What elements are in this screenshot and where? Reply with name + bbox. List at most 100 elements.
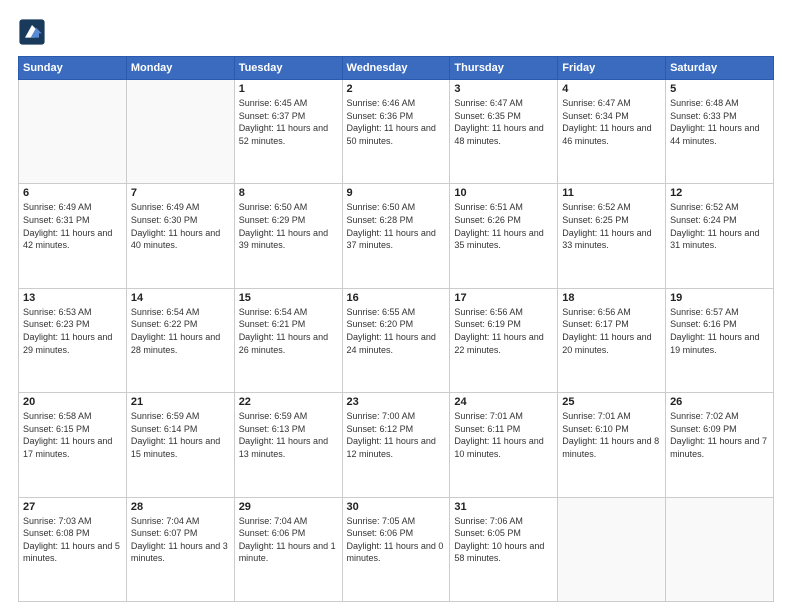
week-row-5: 27 Sunrise: 7:03 AM Sunset: 6:08 PM Dayli… (19, 497, 774, 601)
day-number: 7 (131, 187, 230, 199)
calendar-cell: 1 Sunrise: 6:45 AM Sunset: 6:37 PM Daylig… (234, 80, 342, 184)
calendar-cell: 5 Sunrise: 6:48 AM Sunset: 6:33 PM Daylig… (666, 80, 774, 184)
day-info: Sunrise: 6:54 AM Sunset: 6:21 PM Dayligh… (239, 306, 338, 356)
day-info: Sunrise: 7:02 AM Sunset: 6:09 PM Dayligh… (670, 410, 769, 460)
page: SundayMondayTuesdayWednesdayThursdayFrid… (0, 0, 792, 612)
calendar-cell: 9 Sunrise: 6:50 AM Sunset: 6:28 PM Daylig… (342, 184, 450, 288)
day-number: 6 (23, 187, 122, 199)
day-number: 4 (562, 83, 661, 95)
calendar-cell: 22Sunrise: 6:59 AM Sunset: 6:13 PM Dayli… (234, 393, 342, 497)
header (18, 18, 774, 46)
day-number: 10 (454, 187, 553, 199)
day-info: Sunrise: 6:49 AM Sunset: 6:31 PM Dayligh… (23, 201, 122, 251)
day-info: Sunrise: 6:50 AM Sunset: 6:28 PM Dayligh… (347, 201, 446, 251)
day-header-tuesday: Tuesday (234, 57, 342, 80)
calendar-cell: 6 Sunrise: 6:49 AM Sunset: 6:31 PM Daylig… (19, 184, 127, 288)
calendar-cell: 29Sunrise: 7:04 AM Sunset: 6:06 PM Dayli… (234, 497, 342, 601)
day-header-saturday: Saturday (666, 57, 774, 80)
calendar-cell: 25 Sunrise: 7:01 AM Sunset: 6:10 PM Dayli… (558, 393, 666, 497)
calendar-header: SundayMondayTuesdayWednesdayThursdayFrid… (19, 57, 774, 80)
day-number: 19 (670, 292, 769, 304)
calendar-cell: 28Sunrise: 7:04 AM Sunset: 6:07 PM Dayli… (126, 497, 234, 601)
day-info: Sunrise: 7:04 AM Sunset: 6:07 PM Dayligh… (131, 515, 230, 565)
day-info: Sunrise: 7:03 AM Sunset: 6:08 PM Dayligh… (23, 515, 122, 565)
day-info: Sunrise: 7:05 AM Sunset: 6:06 PM Dayligh… (347, 515, 446, 565)
calendar-cell: 21 Sunrise: 6:59 AM Sunset: 6:14 PM Dayli… (126, 393, 234, 497)
day-info: Sunrise: 6:48 AM Sunset: 6:33 PM Dayligh… (670, 97, 769, 147)
calendar-cell: 2Sunrise: 6:46 AM Sunset: 6:36 PM Daylig… (342, 80, 450, 184)
day-info: Sunrise: 6:58 AM Sunset: 6:15 PM Dayligh… (23, 410, 122, 460)
day-number: 1 (239, 83, 338, 95)
calendar-cell: 19 Sunrise: 6:57 AM Sunset: 6:16 PM Dayli… (666, 288, 774, 392)
calendar-cell (126, 80, 234, 184)
day-info: Sunrise: 6:57 AM Sunset: 6:16 PM Dayligh… (670, 306, 769, 356)
day-info: Sunrise: 6:45 AM Sunset: 6:37 PM Dayligh… (239, 97, 338, 147)
logo (18, 18, 50, 46)
day-number: 21 (131, 396, 230, 408)
day-info: Sunrise: 7:00 AM Sunset: 6:12 PM Dayligh… (347, 410, 446, 460)
day-number: 12 (670, 187, 769, 199)
day-info: Sunrise: 6:59 AM Sunset: 6:14 PM Dayligh… (131, 410, 230, 460)
day-number: 27 (23, 501, 122, 513)
logo-icon (18, 18, 46, 46)
calendar-cell: 16 Sunrise: 6:55 AM Sunset: 6:20 PM Dayli… (342, 288, 450, 392)
day-header-thursday: Thursday (450, 57, 558, 80)
day-info: Sunrise: 6:47 AM Sunset: 6:35 PM Dayligh… (454, 97, 553, 147)
calendar-cell: 10 Sunrise: 6:51 AM Sunset: 6:26 PM Dayli… (450, 184, 558, 288)
day-info: Sunrise: 6:56 AM Sunset: 6:17 PM Dayligh… (562, 306, 661, 356)
calendar-cell: 14 Sunrise: 6:54 AM Sunset: 6:22 PM Dayli… (126, 288, 234, 392)
day-number: 15 (239, 292, 338, 304)
day-number: 11 (562, 187, 661, 199)
day-info: Sunrise: 7:06 AM Sunset: 6:05 PM Dayligh… (454, 515, 553, 565)
calendar-cell: 27 Sunrise: 7:03 AM Sunset: 6:08 PM Dayli… (19, 497, 127, 601)
day-info: Sunrise: 6:54 AM Sunset: 6:22 PM Dayligh… (131, 306, 230, 356)
day-number: 8 (239, 187, 338, 199)
calendar-cell: 24 Sunrise: 7:01 AM Sunset: 6:11 PM Dayli… (450, 393, 558, 497)
day-header-sunday: Sunday (19, 57, 127, 80)
calendar-cell: 20 Sunrise: 6:58 AM Sunset: 6:15 PM Dayli… (19, 393, 127, 497)
calendar-cell: 3 Sunrise: 6:47 AM Sunset: 6:35 PM Daylig… (450, 80, 558, 184)
day-number: 30 (347, 501, 446, 513)
day-number: 3 (454, 83, 553, 95)
calendar-cell: 26Sunrise: 7:02 AM Sunset: 6:09 PM Dayli… (666, 393, 774, 497)
day-number: 23 (347, 396, 446, 408)
day-header-wednesday: Wednesday (342, 57, 450, 80)
calendar-cell: 31 Sunrise: 7:06 AM Sunset: 6:05 PM Dayli… (450, 497, 558, 601)
calendar-cell: 11Sunrise: 6:52 AM Sunset: 6:25 PM Dayli… (558, 184, 666, 288)
day-info: Sunrise: 6:49 AM Sunset: 6:30 PM Dayligh… (131, 201, 230, 251)
calendar-cell: 30 Sunrise: 7:05 AM Sunset: 6:06 PM Dayli… (342, 497, 450, 601)
day-info: Sunrise: 7:01 AM Sunset: 6:11 PM Dayligh… (454, 410, 553, 460)
calendar-cell: 17Sunrise: 6:56 AM Sunset: 6:19 PM Dayli… (450, 288, 558, 392)
calendar-cell: 7 Sunrise: 6:49 AM Sunset: 6:30 PM Daylig… (126, 184, 234, 288)
calendar-cell: 15 Sunrise: 6:54 AM Sunset: 6:21 PM Dayli… (234, 288, 342, 392)
day-number: 14 (131, 292, 230, 304)
week-row-3: 13 Sunrise: 6:53 AM Sunset: 6:23 PM Dayli… (19, 288, 774, 392)
day-number: 24 (454, 396, 553, 408)
day-info: Sunrise: 6:55 AM Sunset: 6:20 PM Dayligh… (347, 306, 446, 356)
calendar-cell (666, 497, 774, 601)
day-header-friday: Friday (558, 57, 666, 80)
day-number: 16 (347, 292, 446, 304)
day-number: 25 (562, 396, 661, 408)
calendar-cell: 13 Sunrise: 6:53 AM Sunset: 6:23 PM Dayli… (19, 288, 127, 392)
calendar-table: SundayMondayTuesdayWednesdayThursdayFrid… (18, 56, 774, 602)
day-info: Sunrise: 6:50 AM Sunset: 6:29 PM Dayligh… (239, 201, 338, 251)
day-number: 17 (454, 292, 553, 304)
day-number: 31 (454, 501, 553, 513)
calendar-cell (19, 80, 127, 184)
day-number: 9 (347, 187, 446, 199)
day-info: Sunrise: 6:51 AM Sunset: 6:26 PM Dayligh… (454, 201, 553, 251)
day-number: 5 (670, 83, 769, 95)
day-info: Sunrise: 7:01 AM Sunset: 6:10 PM Dayligh… (562, 410, 661, 460)
day-number: 18 (562, 292, 661, 304)
day-info: Sunrise: 6:53 AM Sunset: 6:23 PM Dayligh… (23, 306, 122, 356)
day-info: Sunrise: 6:47 AM Sunset: 6:34 PM Dayligh… (562, 97, 661, 147)
week-row-1: 1 Sunrise: 6:45 AM Sunset: 6:37 PM Daylig… (19, 80, 774, 184)
calendar-cell (558, 497, 666, 601)
day-info: Sunrise: 6:52 AM Sunset: 6:24 PM Dayligh… (670, 201, 769, 251)
day-number: 20 (23, 396, 122, 408)
calendar-cell: 23 Sunrise: 7:00 AM Sunset: 6:12 PM Dayli… (342, 393, 450, 497)
day-number: 13 (23, 292, 122, 304)
calendar-body: 1 Sunrise: 6:45 AM Sunset: 6:37 PM Daylig… (19, 80, 774, 602)
day-header-monday: Monday (126, 57, 234, 80)
